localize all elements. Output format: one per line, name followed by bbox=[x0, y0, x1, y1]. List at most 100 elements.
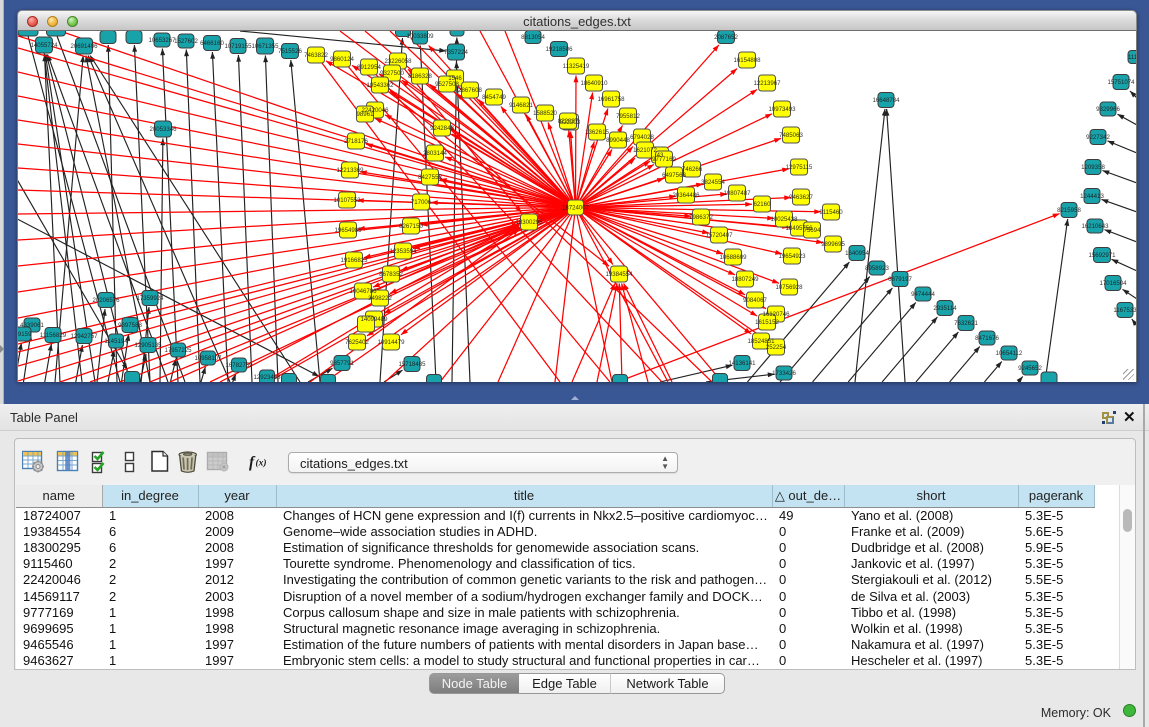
svg-text:16210643: 16210643 bbox=[1081, 223, 1109, 230]
svg-text:9329966: 9329966 bbox=[1096, 106, 1120, 113]
svg-text:19166823: 19166823 bbox=[340, 257, 368, 264]
svg-text:20206576: 20206576 bbox=[92, 297, 120, 304]
svg-text:7485063: 7485063 bbox=[779, 132, 803, 139]
svg-text:20053346: 20053346 bbox=[149, 126, 177, 133]
svg-text:2935114: 2935114 bbox=[933, 305, 957, 312]
svg-text:9084067: 9084067 bbox=[743, 297, 767, 304]
svg-text:10914479: 10914479 bbox=[377, 339, 405, 346]
svg-text:7955812: 7955812 bbox=[616, 113, 640, 120]
svg-text:98961: 98961 bbox=[357, 111, 375, 118]
svg-text:1621072: 1621072 bbox=[633, 147, 657, 154]
svg-text:9327500: 9327500 bbox=[380, 70, 404, 77]
svg-text:9857791: 9857791 bbox=[330, 360, 354, 367]
svg-text:2867608: 2867608 bbox=[458, 87, 482, 94]
svg-text:10543362: 10543362 bbox=[366, 82, 394, 89]
svg-text:10653267: 10653267 bbox=[148, 37, 176, 44]
svg-text:12975115: 12975115 bbox=[786, 164, 813, 171]
svg-text:15720407: 15720407 bbox=[705, 232, 733, 239]
svg-text:12923468: 12923468 bbox=[253, 374, 281, 381]
svg-text:10756928: 10756928 bbox=[775, 284, 803, 291]
svg-text:1209358: 1209358 bbox=[1081, 164, 1105, 171]
svg-text:10046786: 10046786 bbox=[349, 288, 377, 295]
svg-text:2087652: 2087652 bbox=[714, 34, 738, 41]
svg-text:17016504: 17016504 bbox=[1099, 280, 1127, 287]
svg-text:10107553: 10107553 bbox=[333, 197, 361, 204]
svg-text:12213967: 12213967 bbox=[753, 80, 781, 87]
svg-text:8471676: 8471676 bbox=[975, 335, 999, 342]
svg-text:10719155: 10719155 bbox=[224, 43, 252, 50]
svg-text:16782759: 16782759 bbox=[225, 362, 253, 369]
svg-text:9227342: 9227342 bbox=[1086, 134, 1110, 141]
svg-text:2718176: 2718176 bbox=[344, 138, 368, 145]
svg-text:11325419: 11325419 bbox=[563, 63, 590, 70]
svg-text:8813054: 8813054 bbox=[521, 34, 545, 41]
svg-text:7463822: 7463822 bbox=[304, 52, 328, 59]
svg-text:9860124: 9860124 bbox=[330, 56, 354, 63]
svg-text:9527508: 9527508 bbox=[435, 81, 459, 88]
svg-text:19654985: 19654985 bbox=[334, 227, 362, 234]
svg-text:19218506: 19218506 bbox=[545, 46, 573, 53]
svg-text:19384554: 19384554 bbox=[605, 271, 633, 278]
svg-text:8186328: 8186328 bbox=[408, 73, 432, 80]
svg-text:9397588: 9397588 bbox=[118, 322, 142, 329]
svg-text:9242848: 9242848 bbox=[430, 125, 454, 132]
svg-text:16154808: 16154808 bbox=[733, 57, 761, 64]
svg-text:16961758: 16961758 bbox=[597, 96, 625, 103]
svg-text:10807487: 10807487 bbox=[723, 190, 751, 197]
svg-text:10671355: 10671355 bbox=[251, 43, 279, 50]
svg-text:9115460: 9115460 bbox=[819, 209, 843, 216]
svg-text:1244413: 1244413 bbox=[1080, 193, 1104, 200]
svg-text:23226058: 23226058 bbox=[384, 58, 412, 65]
svg-text:6879197: 6879197 bbox=[888, 276, 912, 283]
svg-text:1167533: 1167533 bbox=[1113, 307, 1137, 314]
svg-text:1640954: 1640954 bbox=[845, 250, 869, 257]
svg-text:8267150: 8267150 bbox=[399, 223, 423, 230]
svg-text:17957225: 17957225 bbox=[164, 347, 192, 354]
svg-text:6466160: 6466160 bbox=[200, 40, 224, 47]
svg-text:1615152: 1615152 bbox=[755, 319, 779, 326]
svg-text:17359924: 17359924 bbox=[136, 295, 164, 302]
svg-text:12942757: 12942757 bbox=[70, 333, 98, 340]
svg-text:14136141: 14136141 bbox=[728, 360, 756, 367]
svg-text:9245652: 9245652 bbox=[1018, 365, 1042, 372]
svg-text:8678352: 8678352 bbox=[379, 271, 403, 278]
svg-text:11156829: 11156829 bbox=[40, 332, 67, 339]
svg-text:6794028: 6794028 bbox=[630, 134, 654, 141]
svg-text:1733426: 1733426 bbox=[772, 370, 796, 377]
svg-text:75694: 75694 bbox=[804, 227, 822, 234]
svg-text:18300295: 18300295 bbox=[515, 219, 543, 226]
svg-text:10025438: 10025438 bbox=[770, 216, 798, 223]
svg-text:2803144: 2803144 bbox=[423, 150, 447, 157]
svg-text:20691406: 20691406 bbox=[70, 43, 98, 50]
svg-text:7357224: 7357224 bbox=[444, 49, 468, 56]
svg-text:15692971: 15692971 bbox=[1088, 252, 1116, 259]
svg-text:12905135: 12905135 bbox=[134, 342, 162, 349]
svg-text:16648784: 16648784 bbox=[872, 97, 900, 104]
svg-text:1588520: 1588520 bbox=[533, 110, 557, 117]
svg-text:7632621: 7632621 bbox=[954, 320, 978, 327]
svg-text:10958107: 10958107 bbox=[194, 355, 222, 362]
svg-text:9474444: 9474444 bbox=[911, 291, 935, 298]
svg-text:8215958: 8215958 bbox=[1057, 207, 1081, 214]
svg-text:10973493: 10973493 bbox=[768, 106, 796, 113]
svg-text:3824554: 3824554 bbox=[701, 179, 725, 186]
svg-text:18807249: 18807249 bbox=[731, 276, 759, 283]
svg-text:9463627: 9463627 bbox=[789, 194, 813, 201]
svg-text:8912954: 8912954 bbox=[357, 64, 381, 71]
svg-text:62160: 62160 bbox=[754, 201, 772, 208]
svg-text:10688609: 10688609 bbox=[719, 254, 747, 261]
svg-text:7986372: 7986372 bbox=[689, 214, 713, 221]
svg-text:10033809: 10033809 bbox=[406, 33, 434, 40]
svg-text:9899695: 9899695 bbox=[821, 241, 845, 248]
svg-text:9777169: 9777169 bbox=[652, 156, 676, 163]
svg-text:1145194: 1145194 bbox=[104, 338, 128, 345]
svg-text:19654923: 19654923 bbox=[778, 253, 806, 260]
svg-text:822037: 822037 bbox=[558, 118, 579, 125]
svg-text:18724007: 18724007 bbox=[562, 205, 590, 212]
svg-text:(x): (x) bbox=[256, 458, 267, 469]
svg-text:252254: 252254 bbox=[766, 344, 787, 351]
svg-text:7515526: 7515526 bbox=[278, 48, 302, 55]
svg-text:1527602: 1527602 bbox=[174, 38, 198, 45]
svg-text:14099489: 14099489 bbox=[360, 316, 388, 323]
svg-text:6497568: 6497568 bbox=[662, 172, 686, 179]
